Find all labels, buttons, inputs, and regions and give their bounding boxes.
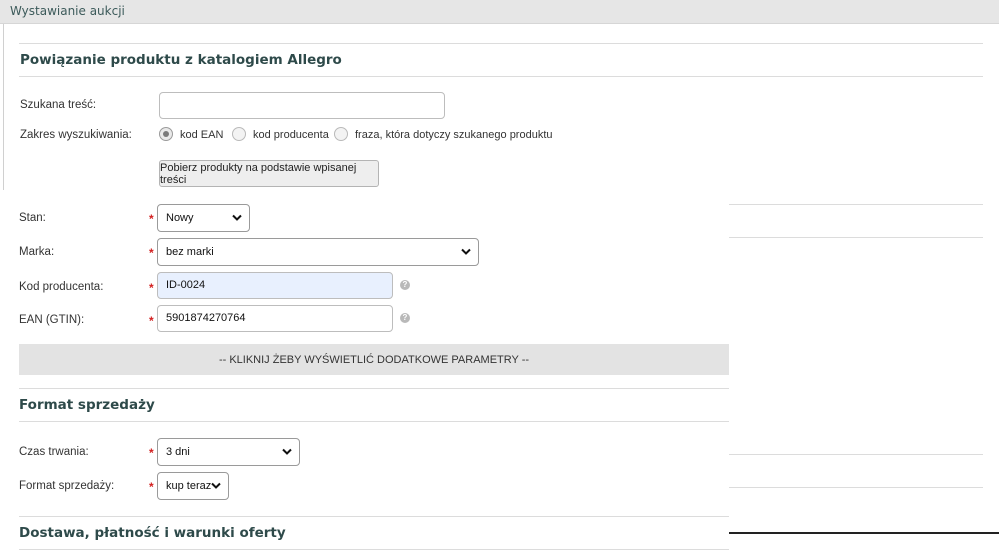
duration-select-value: 3 dni [166, 446, 190, 458]
chevron-down-icon [211, 482, 221, 489]
row-divider [729, 454, 983, 455]
scope-radio-ean[interactable] [159, 127, 173, 141]
scope-radio-producer-code[interactable] [232, 127, 246, 141]
window-title: Wystawianie aukcji [10, 4, 125, 18]
required-marker: * [149, 246, 154, 260]
sale-format-section-title: Format sprzedaży [19, 397, 155, 413]
row-divider [729, 237, 983, 238]
brand-label: Marka: [19, 246, 55, 258]
delivery-section-title: Dostawa, płatność i warunki oferty [19, 525, 286, 541]
scope-option-ean-label: kod EAN [180, 129, 224, 141]
producer-code-label: Kod producenta: [19, 281, 104, 293]
brand-select-value: bez marki [166, 246, 214, 258]
section-divider [19, 388, 729, 389]
required-marker: * [149, 480, 154, 494]
scope-option-phrase-label: fraza, która dotyczy szukanego produktu [355, 129, 553, 141]
chevron-down-icon [232, 214, 242, 221]
help-icon[interactable]: ? [400, 280, 410, 290]
section-divider [19, 421, 729, 422]
sale-format-label: Format sprzedaży: [19, 480, 115, 492]
brand-select[interactable]: bez marki [157, 238, 479, 266]
catalog-section-title: Powiązanie produktu z katalogiem Allegro [20, 52, 342, 68]
required-marker: * [149, 212, 154, 226]
chevron-down-icon [461, 248, 471, 255]
section-divider [19, 516, 729, 517]
section-divider [19, 43, 983, 44]
condition-select[interactable]: Nowy [157, 204, 250, 232]
page-left-border [3, 24, 4, 190]
duration-select[interactable]: 3 dni [157, 438, 300, 466]
search-label: Szukana treść: [20, 99, 97, 111]
required-marker: * [149, 314, 154, 328]
required-marker: * [149, 446, 154, 460]
search-input[interactable] [159, 92, 445, 119]
section-divider [19, 549, 729, 550]
show-additional-params-bar[interactable]: -- KLIKNIJ ŻEBY WYŚWIETLIĆ DODATKOWE PAR… [19, 344, 729, 375]
sale-format-select-value: kup teraz [166, 480, 212, 492]
row-divider [729, 487, 983, 488]
dark-divider [729, 532, 999, 534]
chevron-down-icon [282, 448, 292, 455]
help-icon[interactable]: ? [400, 313, 410, 323]
row-divider [729, 204, 983, 205]
required-marker: * [149, 281, 154, 295]
sale-format-select[interactable]: kup teraz [157, 472, 229, 500]
ean-input[interactable]: 5901874270764 [157, 305, 393, 332]
fetch-products-button[interactable]: Pobierz produkty na podstawie wpisanej t… [159, 160, 379, 187]
section-divider [19, 76, 983, 77]
condition-label: Stan: [19, 212, 46, 224]
producer-code-input[interactable]: ID-0024 [157, 272, 393, 299]
ean-label: EAN (GTIN): [19, 314, 85, 326]
scope-label: Zakres wyszukiwania: [20, 129, 132, 141]
window-header [0, 0, 999, 24]
duration-label: Czas trwania: [19, 446, 89, 458]
condition-select-value: Nowy [166, 212, 194, 224]
scope-option-producer-code-label: kod producenta [253, 129, 329, 141]
scope-radio-phrase[interactable] [334, 127, 348, 141]
